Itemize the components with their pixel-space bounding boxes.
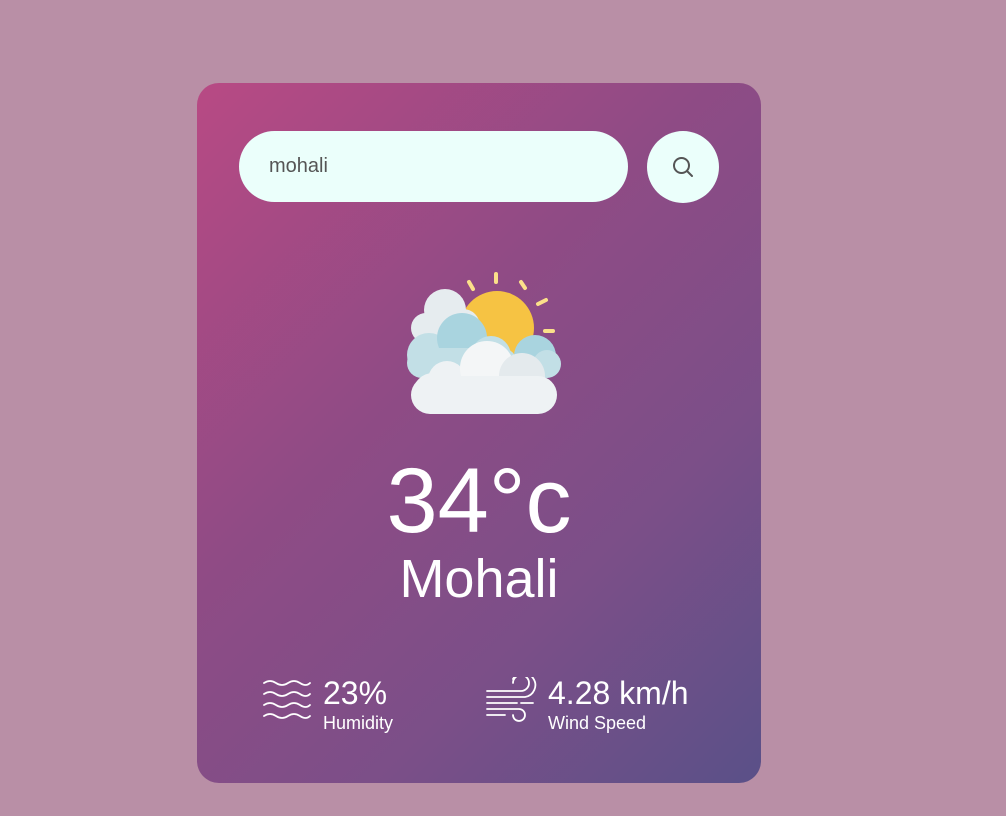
search-button[interactable] (647, 131, 719, 203)
weather-card: 34°c Mohali 23% Humidity 4.28 km/h Wind … (197, 83, 761, 783)
temperature-value: 34°c (386, 450, 572, 552)
city-name: Mohali (399, 549, 559, 609)
wind-icon (486, 677, 537, 722)
wind-speed-label: Wind Speed (548, 713, 647, 733)
city-search-input[interactable] (239, 131, 628, 202)
humidity-label: Humidity (323, 713, 394, 733)
sun-behind-clouds-icon (407, 272, 561, 414)
wind-speed-value: 4.28 km/h (548, 675, 689, 711)
humidity-waves-icon (263, 680, 311, 719)
humidity-value: 23% (323, 675, 388, 711)
search-icon (673, 157, 693, 177)
